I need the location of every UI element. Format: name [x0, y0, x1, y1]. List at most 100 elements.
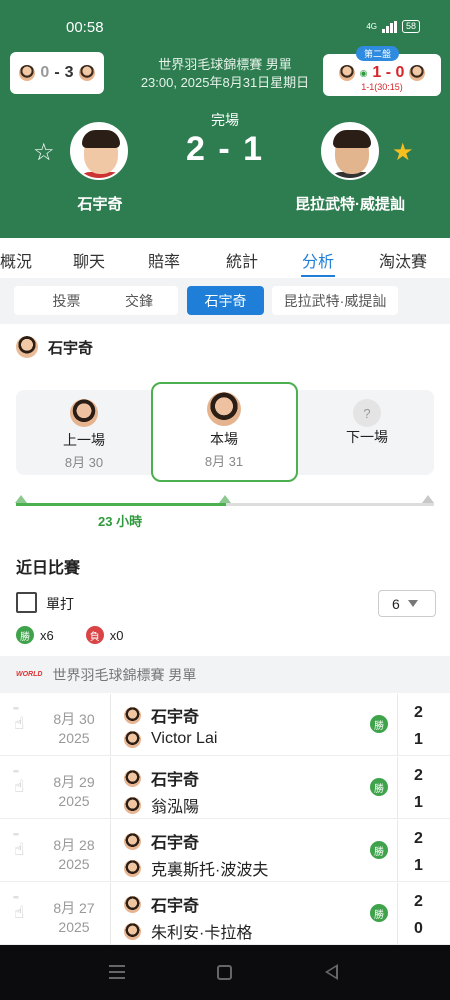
subtab-player-left[interactable]: 石宇奇 — [187, 286, 264, 315]
score-player-1: 2 — [414, 704, 423, 721]
timeline-marker-icon — [219, 495, 231, 503]
active-tab-indicator — [301, 275, 335, 277]
score-player-1: 2 — [414, 893, 423, 910]
timeline-marker-icon — [15, 495, 27, 503]
tap-hand-icon: ‹‹‹‹‹ ☝ — [13, 832, 25, 859]
tap-hand-icon: ‹‹‹‹‹ ☝ — [13, 706, 25, 733]
match-date: 8月 27 2025 — [53, 900, 95, 935]
tap-hand-icon: ‹‹‹‹‹ ☝ — [13, 769, 25, 796]
result-badge: 勝 — [370, 841, 388, 859]
next-match[interactable]: ? 下一場 — [327, 399, 407, 447]
player-avatar-icon — [124, 859, 141, 877]
divider — [110, 820, 111, 882]
opponent-avatar-icon — [70, 399, 98, 427]
timeline-progress — [16, 503, 226, 506]
unknown-opponent-icon: ? — [353, 399, 381, 427]
singles-checkbox[interactable] — [16, 592, 37, 613]
tab-knockout[interactable]: 淘汰賽 — [379, 248, 427, 272]
player-avatar-icon — [124, 706, 141, 724]
match-date: 8月 29 2025 — [53, 774, 95, 809]
player-avatar-icon — [16, 336, 38, 358]
score-player-2: 1 — [414, 731, 423, 748]
match-player-1: 石宇奇 — [124, 892, 199, 916]
back-icon[interactable] — [325, 964, 338, 980]
player-left-name[interactable]: 石宇奇 — [50, 193, 150, 214]
analysis-player-row: 石宇奇 — [16, 336, 93, 358]
home-icon[interactable] — [217, 965, 232, 980]
subtab-h2h[interactable]: 交鋒 — [100, 286, 178, 315]
player-avatar-icon — [409, 65, 426, 81]
favorite-star-icon-left[interactable]: ☆ — [33, 138, 55, 167]
match-date: 8月 28 2025 — [53, 837, 95, 872]
match-row[interactable]: ‹‹‹‹‹ ☝ 8月 29 2025 石宇奇 翁泓陽 勝 2 1 — [0, 757, 450, 819]
divider — [110, 694, 111, 756]
divider — [397, 820, 398, 882]
divider — [110, 757, 111, 819]
match-player-2: Victor Lai — [124, 730, 217, 748]
main-tabs: 概況 聊天 賠率 統計 分析 淘汰賽 — [0, 238, 450, 278]
tab-stats[interactable]: 統計 — [226, 248, 258, 272]
result-badge: 勝 — [370, 778, 388, 796]
match-header: 00:58 4G 58 0 - 3 世界羽毛球錦標賽 男單 23:00, 202… — [0, 0, 450, 238]
tab-analysis[interactable]: 分析 — [302, 248, 334, 272]
live-score: 1 - 0 — [372, 64, 405, 81]
tab-odds[interactable]: 賠率 — [148, 248, 180, 272]
current-match-info: 本場 8月 31 — [184, 392, 264, 470]
tab-overview[interactable]: 概況 — [0, 248, 32, 272]
system-nav-bar — [0, 945, 450, 1000]
match-status: 完場 — [211, 112, 239, 128]
favorite-star-icon-right[interactable]: ★ — [392, 138, 414, 167]
menu-icon[interactable] — [109, 965, 125, 983]
league-name: 世界羽毛球錦標賽 男單 — [52, 666, 197, 683]
match-date: 8月 30 2025 — [53, 711, 95, 746]
player-avatar-icon — [124, 796, 141, 814]
divider — [110, 883, 111, 945]
player-avatar-icon — [124, 895, 141, 913]
signal-icon — [381, 20, 397, 33]
score-player-1: 2 — [414, 830, 423, 847]
player-avatar-icon — [338, 65, 355, 81]
tap-hand-icon: ‹‹‹‹‹ ☝ — [13, 895, 25, 922]
player-avatar-icon — [124, 832, 141, 850]
score-player-2: 0 — [414, 920, 423, 937]
league-logo: WORLD — [16, 671, 43, 678]
match-count-select[interactable]: 6 — [378, 590, 436, 617]
loss-count: x0 — [109, 627, 124, 643]
score-player-2: 1 — [414, 857, 423, 874]
rest-hours: 23 小時 — [98, 514, 143, 529]
timeline-marker-icon — [422, 495, 434, 503]
match-player-1: 石宇奇 — [124, 703, 199, 727]
previous-match[interactable]: 上一場 8月 30 — [44, 399, 124, 471]
match-row[interactable]: ‹‹‹‹‹ ☝ 8月 30 2025 石宇奇 Victor Lai 勝 2 1 — [0, 694, 450, 756]
match-row[interactable]: ‹‹‹‹‹ ☝ 8月 27 2025 石宇奇 朱利安·卡拉格 勝 2 0 — [0, 883, 450, 945]
opponent-avatar-icon — [207, 392, 241, 426]
player-right-avatar[interactable] — [321, 122, 379, 180]
win-badge: 勝 — [16, 626, 34, 644]
match-player-2: 克裏斯托·波波夫 — [124, 856, 268, 880]
player-right-name[interactable]: 昆拉武特·威提訕 — [280, 193, 420, 214]
win-count: x6 — [40, 627, 54, 643]
match-row[interactable]: ‹‹‹‹‹ ☝ 8月 28 2025 石宇奇 克裏斯托·波波夫 勝 2 1 — [0, 820, 450, 882]
status-icons: 4G 58 — [366, 20, 420, 33]
battery-icon: 58 — [401, 20, 420, 33]
result-badge: 勝 — [370, 904, 388, 922]
match-score: 2 - 1 — [185, 130, 265, 168]
divider — [397, 757, 398, 819]
result-badge: 勝 — [370, 715, 388, 733]
player-avatar-icon — [124, 769, 141, 787]
player-left-avatar[interactable] — [70, 122, 128, 180]
tab-chat[interactable]: 聊天 — [73, 248, 105, 272]
league-header[interactable]: WORLD 世界羽毛球錦標賽 男單 — [0, 656, 450, 693]
divider — [397, 694, 398, 756]
chevron-down-icon — [407, 600, 418, 607]
win-loss-summary: 勝 x6 負 x0 — [16, 626, 123, 644]
network-label: 4G — [366, 22, 377, 31]
player-avatar-icon — [124, 730, 141, 748]
subtab-player-right[interactable]: 昆拉武特·威提訕 — [272, 286, 398, 315]
recent-matches-title: 近日比賽 — [16, 560, 81, 577]
score-player-2: 1 — [414, 794, 423, 811]
analysis-player-name: 石宇奇 — [48, 339, 94, 357]
singles-label[interactable]: 單打 — [46, 594, 74, 614]
match-player-1: 石宇奇 — [124, 829, 199, 853]
live-match-card-right[interactable]: 第二盤 ◉ 1 - 0 1-1(30:15) — [323, 46, 441, 96]
